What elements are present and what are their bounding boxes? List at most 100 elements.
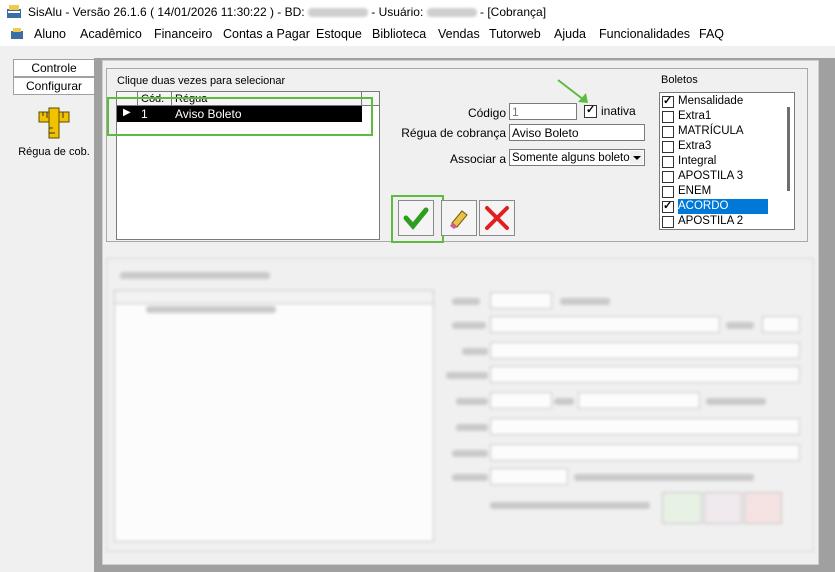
input-placeholder	[490, 468, 568, 485]
item-label: Integral	[678, 155, 717, 167]
title-suffix: - [Cobrança]	[480, 5, 547, 19]
item-label: Mensalidade	[678, 95, 744, 107]
cancel-button[interactable]	[479, 200, 515, 236]
input-placeholder	[490, 316, 720, 333]
clear-button[interactable]	[441, 200, 477, 236]
associar-value: Somente alguns boletos	[512, 152, 636, 164]
label-placeholder	[446, 372, 488, 379]
list-item[interactable]: ACORDO	[662, 199, 778, 214]
label-placeholder	[706, 398, 766, 405]
list-item[interactable]: Extra1	[662, 109, 778, 124]
menu-vendas[interactable]: Vendas	[438, 27, 480, 41]
title-user: - Usuário:	[371, 5, 424, 19]
label-placeholder	[452, 450, 488, 457]
item-label: APOSTILA 3	[678, 170, 744, 182]
label-placeholder	[462, 348, 488, 355]
input-placeholder	[578, 392, 700, 409]
checkbox[interactable]	[662, 216, 674, 228]
title-bar: SisAlu - Versão 26.1.6 ( 14/01/2026 11:3…	[0, 0, 835, 24]
input-placeholder	[490, 342, 800, 359]
inativa-label: inativa	[601, 104, 636, 118]
label-placeholder	[574, 474, 754, 481]
input-placeholder	[490, 292, 552, 309]
input-placeholder	[490, 366, 800, 383]
disabled-clear-button	[704, 492, 742, 524]
menu-aluno[interactable]: Aluno	[34, 27, 66, 41]
app-icon	[7, 5, 21, 18]
label-placeholder	[456, 398, 488, 405]
chevron-down-icon[interactable]	[630, 151, 643, 164]
list-item[interactable]: Integral	[662, 154, 778, 169]
cancel-x-icon	[485, 206, 509, 230]
highlight-frame	[107, 97, 373, 136]
associar-select[interactable]: Somente alguns boletos	[509, 149, 645, 166]
boletos-title: Boletos	[659, 74, 700, 86]
checkbox[interactable]	[662, 141, 674, 153]
confirm-highlight-frame	[391, 195, 444, 243]
input-placeholder	[762, 316, 800, 333]
label-placeholder	[726, 322, 754, 329]
checkbox[interactable]	[662, 126, 674, 138]
menu-tutorweb[interactable]: Tutorweb	[489, 27, 541, 41]
tab-configurar[interactable]: Configurar	[13, 77, 95, 95]
label-placeholder	[554, 398, 574, 405]
regua-de-cobranca-button[interactable]: Régua de cob.	[16, 106, 92, 164]
checkbox[interactable]	[662, 199, 674, 214]
label-placeholder	[452, 298, 480, 305]
label-placeholder	[490, 502, 650, 509]
item-label: ENEM	[678, 185, 712, 197]
item-label: MATRÍCULA	[678, 125, 744, 137]
codigo-label: Código	[467, 106, 506, 120]
redacted-database	[307, 8, 368, 18]
menu-faq[interactable]: FAQ	[699, 27, 724, 41]
label-placeholder	[452, 322, 486, 329]
detail-grid-header	[114, 290, 434, 304]
associar-label: Associar a	[449, 152, 506, 166]
redacted-user	[426, 8, 477, 18]
menu-bar: Aluno Acadêmico Financeiro Contas a Paga…	[0, 24, 835, 46]
menu-funcionalidades[interactable]: Funcionalidades	[599, 27, 690, 41]
regua-input[interactable]: Aviso Boleto	[509, 124, 645, 141]
list-item[interactable]: ENEM	[662, 184, 778, 199]
disabled-confirm-button	[662, 492, 702, 524]
list-item[interactable]: Mensalidade	[662, 94, 778, 109]
boletos-listbox[interactable]: Mensalidade Extra1 MATRÍCULA Extra3 Inte…	[659, 92, 795, 230]
item-label: Extra3	[678, 140, 712, 152]
list-item[interactable]: MATRÍCULA	[662, 124, 778, 139]
menu-ajuda[interactable]: Ajuda	[554, 27, 586, 41]
menu-academico[interactable]: Acadêmico	[80, 27, 142, 41]
item-label: Extra1	[678, 110, 712, 122]
detail-caption-placeholder	[120, 272, 270, 279]
list-item[interactable]: Extra3	[662, 139, 778, 154]
item-label: APOSTILA 2	[678, 215, 744, 227]
list-item[interactable]: APOSTILA 3	[662, 169, 778, 184]
window-title: SisAlu - Versão 26.1.6 ( 14/01/2026 11:3…	[28, 5, 546, 19]
menu-financeiro[interactable]: Financeiro	[154, 27, 212, 41]
checkbox[interactable]	[662, 94, 674, 109]
input-placeholder	[490, 418, 800, 435]
tab-controle[interactable]: Controle	[13, 59, 95, 77]
list-item[interactable]: APOSTILA 2	[662, 214, 778, 229]
eraser-icon	[450, 210, 468, 229]
label-placeholder	[452, 474, 488, 481]
menu-contas-a-pagar[interactable]: Contas a Pagar	[223, 27, 310, 41]
checkbox[interactable]	[662, 111, 674, 123]
checkbox[interactable]	[662, 171, 674, 183]
checkbox[interactable]	[662, 186, 674, 198]
disabled-detail-panel	[106, 258, 814, 552]
regua-label: Régua de cobrança	[401, 126, 506, 140]
item-label: ACORDO	[678, 199, 769, 214]
menu-biblioteca[interactable]: Biblioteca	[372, 27, 426, 41]
checkbox[interactable]	[662, 156, 674, 168]
input-placeholder	[490, 392, 552, 409]
menu-icon[interactable]	[10, 27, 24, 41]
detail-grid-row-placeholder	[146, 306, 276, 313]
detail-grid	[114, 290, 434, 542]
scrollbar[interactable]	[787, 107, 790, 191]
inativa-checkbox[interactable]: ✓	[584, 104, 597, 118]
label-placeholder	[456, 424, 488, 431]
ruler-icon	[38, 107, 70, 139]
menu-estoque[interactable]: Estoque	[316, 27, 362, 41]
disabled-cancel-button	[744, 492, 782, 524]
title-prefix: SisAlu - Versão 26.1.6 ( 14/01/2026 11:3…	[28, 5, 305, 19]
